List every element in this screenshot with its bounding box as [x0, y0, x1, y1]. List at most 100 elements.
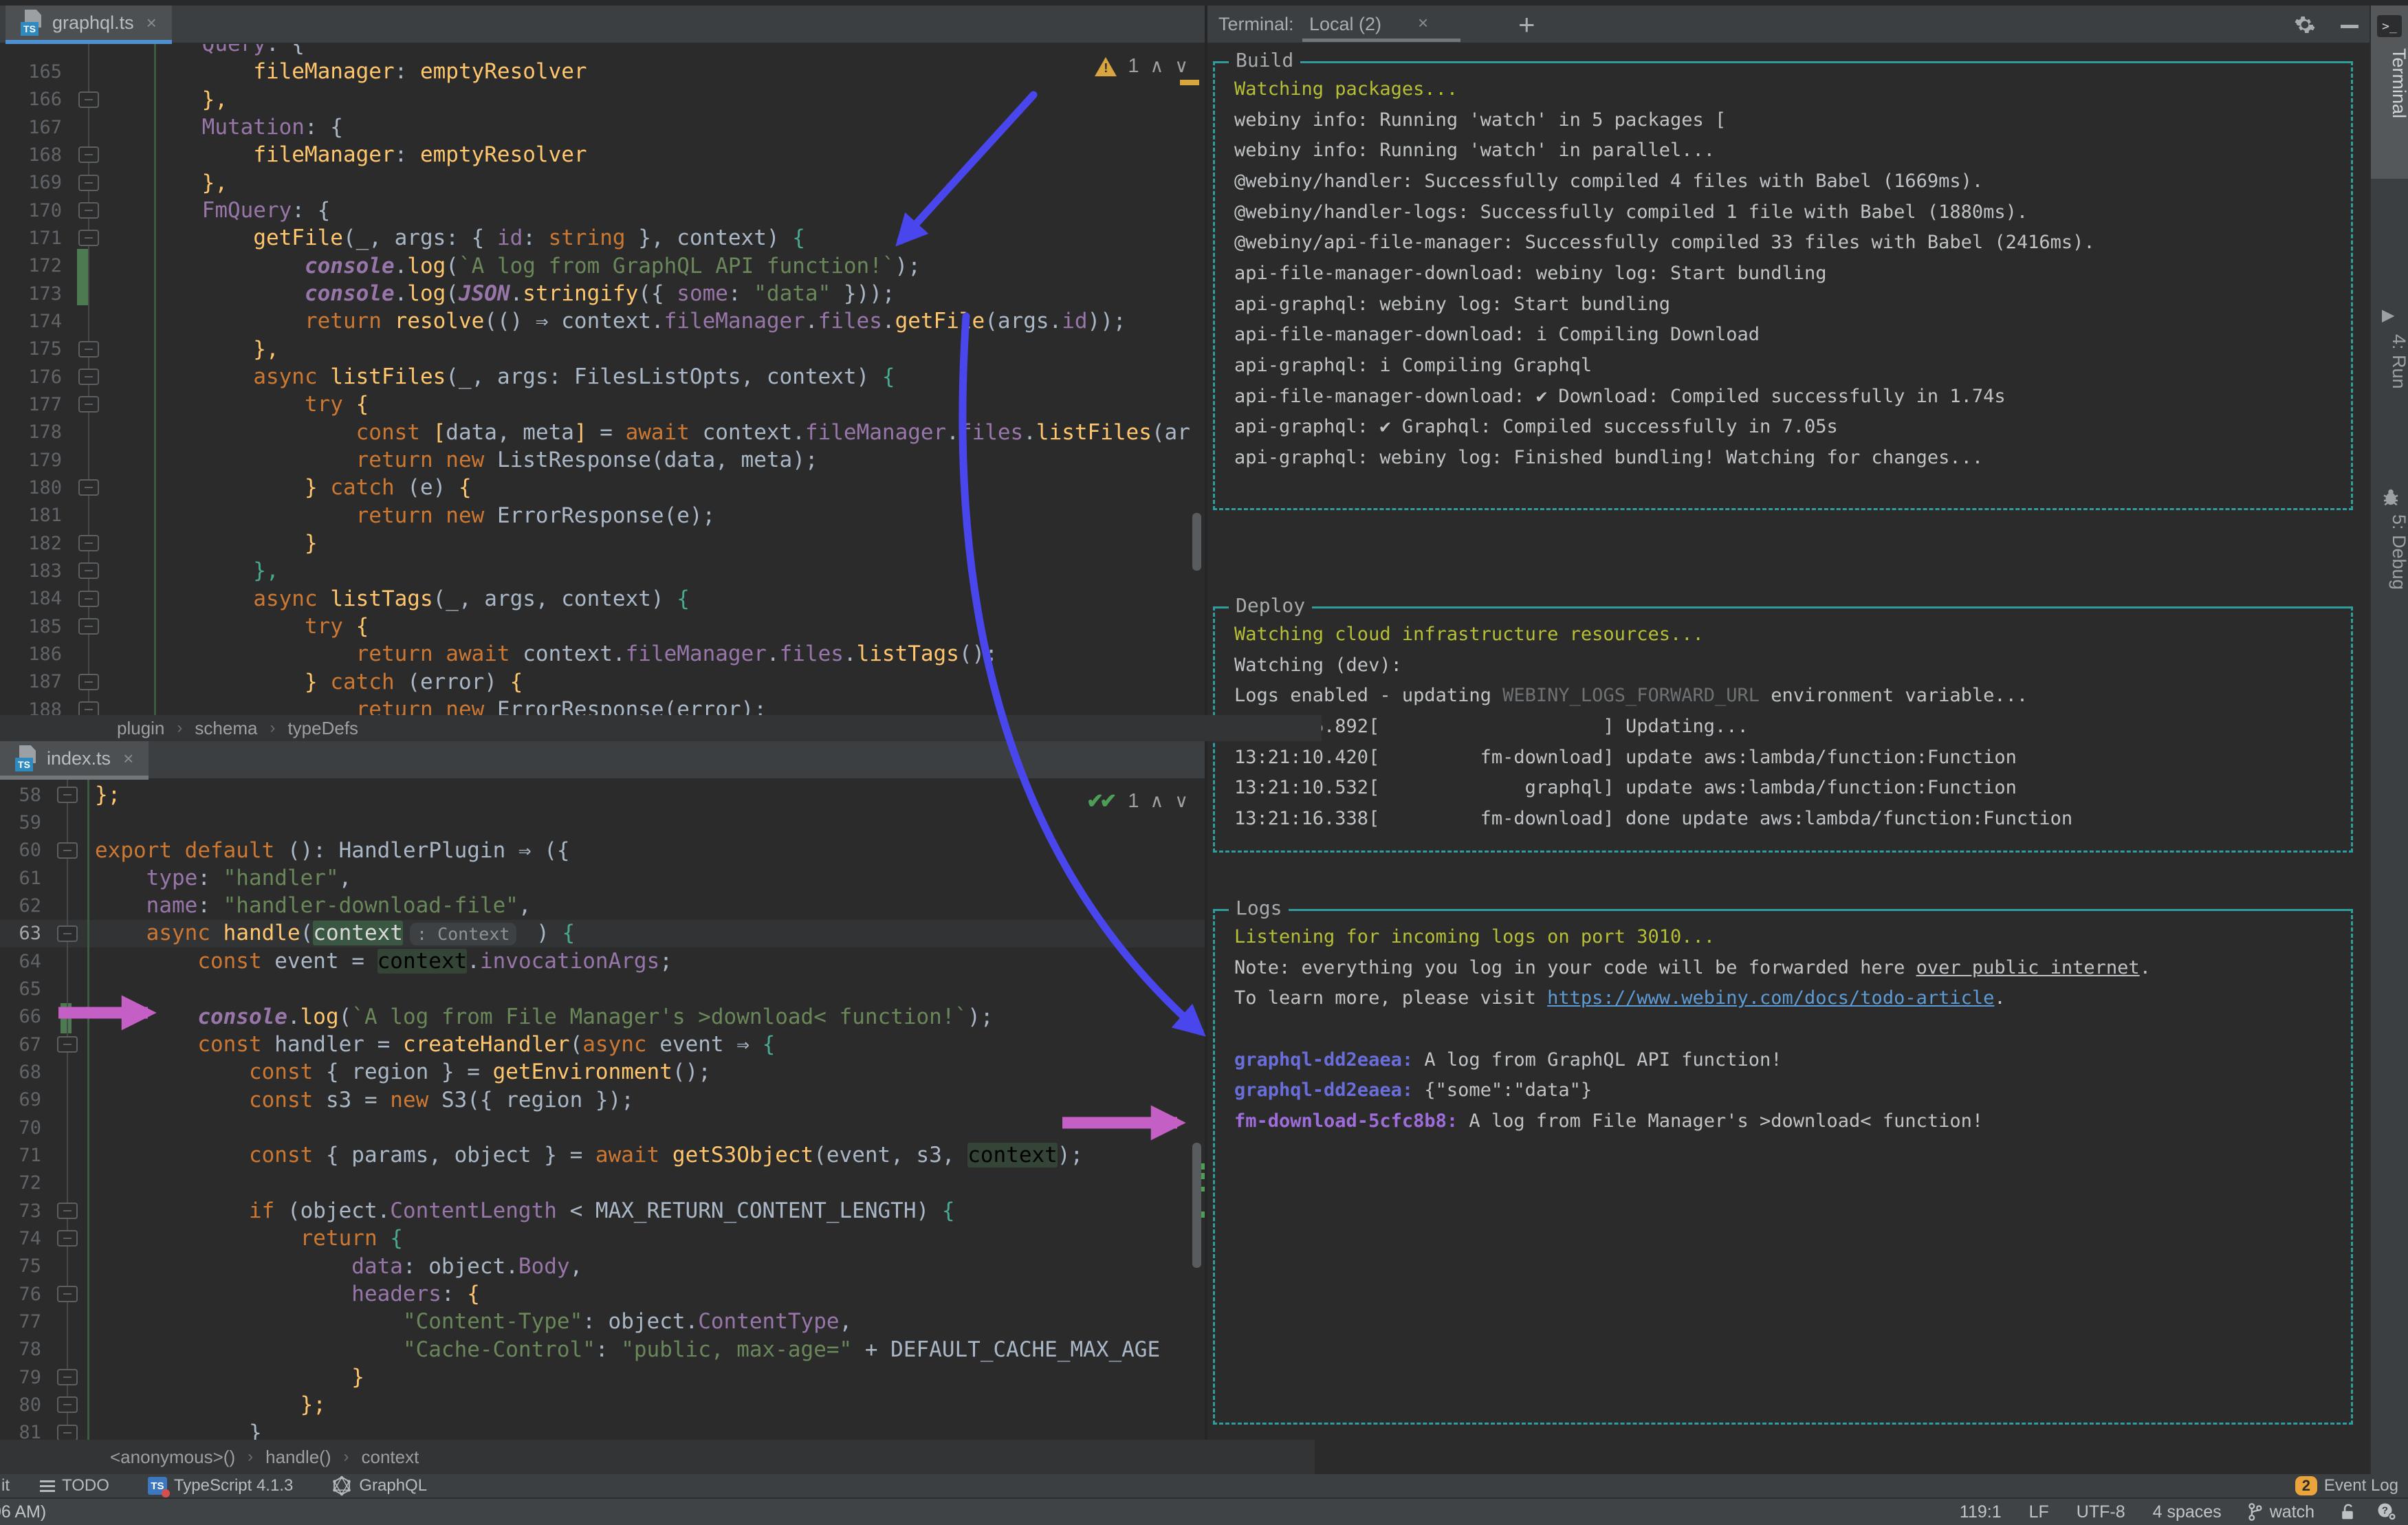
- code-text: console.log(`A log from GraphQL API func…: [304, 253, 921, 278]
- tab-label: graphql.ts: [52, 12, 134, 33]
- tool-window-run[interactable]: 4: Run: [2371, 334, 2408, 389]
- hide-panel-icon[interactable]: [2341, 25, 2358, 28]
- fold-marker[interactable]: [78, 701, 99, 715]
- breadcrumb-item[interactable]: typeDefs: [287, 718, 358, 739]
- tool-window-terminal-active[interactable]: >_ Terminal: [2371, 6, 2408, 179]
- fold-marker[interactable]: [78, 202, 99, 219]
- terminal-tab-local[interactable]: Local (2): [1309, 14, 1381, 35]
- lock-widget[interactable]: [2339, 1503, 2356, 1521]
- line-number: 165: [28, 61, 62, 83]
- fold-marker[interactable]: [57, 842, 78, 859]
- event-count-badge: 2: [2295, 1476, 2317, 1495]
- typescript-widget[interactable]: TS TypeScript 4.1.3: [147, 1476, 293, 1497]
- fold-marker[interactable]: [57, 1230, 78, 1247]
- fold-marker[interactable]: [57, 1369, 78, 1386]
- fold-marker[interactable]: [78, 146, 99, 164]
- code-text: fileManager: emptyResolver: [253, 142, 587, 168]
- code-line: 187 } catch (error) {: [0, 668, 1205, 696]
- git-watch-widget[interactable]: watch: [2246, 1502, 2314, 1522]
- editor1-tabbar: TS graphql.ts ×: [0, 6, 1205, 44]
- code-line: 67 const handler = createHandler(async e…: [0, 1031, 1205, 1058]
- git-branch-widget[interactable]: it: [1, 1476, 10, 1495]
- terminal-line: Listening for incoming logs on port 3010…: [1234, 926, 1715, 947]
- settings-help-widget[interactable]: ?: [2376, 1502, 2397, 1522]
- fold-marker[interactable]: [78, 396, 99, 413]
- editor-graphql-ts[interactable]: Query: {165 fileManager: emptyResolver 16…: [0, 44, 1205, 715]
- indent-setting[interactable]: 4 spaces: [2153, 1502, 2222, 1522]
- fold-marker[interactable]: [57, 1286, 78, 1303]
- code-text: const [data, meta] = await context.fileM…: [355, 419, 1190, 445]
- close-icon[interactable]: ×: [123, 748, 133, 769]
- fold-marker[interactable]: [78, 562, 99, 580]
- todo-widget[interactable]: TODO: [40, 1476, 109, 1495]
- terminal-line: 13:21:10.532[ graphql] update aws:lambda…: [1234, 777, 2017, 799]
- fold-marker[interactable]: [57, 1203, 78, 1220]
- secondary-status-bar: 06 AM) 119:1 LF UTF-8 4 spaces watch ?: [0, 1497, 2408, 1525]
- line-separator[interactable]: LF: [2029, 1502, 2049, 1522]
- tab-index-ts[interactable]: TS index.ts ×: [0, 741, 149, 780]
- deploy-section-title: Deploy: [1229, 594, 1313, 617]
- code-line: 167 Mutation: {: [0, 113, 1205, 141]
- breadcrumb-item[interactable]: schema: [195, 718, 257, 739]
- tool-window-debug[interactable]: 5: Debug: [2371, 514, 2408, 590]
- code-line: 74 return {: [0, 1225, 1205, 1252]
- code-text: console.log(`A log from File Manager's >…: [197, 1004, 994, 1029]
- close-icon[interactable]: ×: [146, 12, 157, 34]
- fold-marker[interactable]: [78, 673, 99, 690]
- fold-marker[interactable]: [57, 925, 78, 942]
- fold-marker[interactable]: [57, 1424, 78, 1440]
- code-text: name: "handler-download-file",: [146, 893, 532, 919]
- code-text: },: [151, 336, 279, 362]
- terminal-line: api-graphql: webiny log: Finished bundli…: [1234, 446, 1984, 468]
- caret-position[interactable]: 119:1: [1960, 1502, 2002, 1522]
- code-line: 75 data: object.Body,: [0, 1253, 1205, 1280]
- ok-check-icon: ✔: [1099, 790, 1117, 813]
- fold-marker[interactable]: [78, 479, 99, 496]
- inspections-widget[interactable]: ✔ ✔ 1 ∧ ∨: [1086, 789, 1188, 813]
- code-text: } catch (error) {: [304, 669, 523, 694]
- file-encoding[interactable]: UTF-8: [2077, 1502, 2125, 1522]
- breadcrumb-item[interactable]: plugin: [117, 718, 164, 739]
- code-text: },: [151, 170, 228, 195]
- line-number: 65: [19, 978, 41, 1000]
- fold-marker[interactable]: [78, 590, 99, 607]
- inspections-widget[interactable]: ! 1 ∧ ∨: [1095, 55, 1188, 78]
- editor1-scrollbar[interactable]: [1192, 513, 1201, 571]
- code-text: }: [95, 1364, 364, 1390]
- code-text: data: object.Body,: [351, 1253, 583, 1279]
- fold-marker[interactable]: [57, 787, 78, 804]
- fold-marker[interactable]: [78, 174, 99, 191]
- breadcrumb-item[interactable]: <anonymous>(): [110, 1447, 235, 1468]
- code-text: }: [95, 1420, 262, 1440]
- next-problem-icon[interactable]: ∨: [1174, 791, 1188, 812]
- fold-marker[interactable]: [57, 1396, 78, 1414]
- event-log-widget[interactable]: 2 Event Log: [2295, 1476, 2398, 1495]
- code-text: Mutation: {: [201, 114, 343, 140]
- vcs-change-block: [61, 1003, 72, 1033]
- close-icon[interactable]: ×: [1418, 12, 1428, 34]
- graphql-widget[interactable]: GraphQL: [331, 1475, 427, 1496]
- fold-marker[interactable]: [78, 91, 99, 108]
- new-terminal-tab-button[interactable]: +: [1518, 8, 1535, 41]
- prev-problem-icon[interactable]: ∧: [1150, 56, 1163, 77]
- scrollbar-warning-mark[interactable]: [1180, 80, 1199, 85]
- fold-marker[interactable]: [78, 618, 99, 635]
- line-number: 166: [28, 89, 62, 111]
- breadcrumb-item[interactable]: context: [362, 1447, 419, 1468]
- gear-icon[interactable]: [2294, 14, 2316, 36]
- tab-graphql-ts[interactable]: TS graphql.ts ×: [6, 6, 172, 44]
- terminal-line: api-file-manager-download: ✔ Download: C…: [1234, 385, 2006, 407]
- next-problem-icon[interactable]: ∨: [1174, 56, 1188, 77]
- breadcrumb-item[interactable]: handle(): [265, 1447, 331, 1468]
- editor2-scrollbar[interactable]: [1192, 1143, 1201, 1268]
- fold-marker[interactable]: [78, 369, 99, 386]
- fold-marker[interactable]: [78, 535, 99, 552]
- fold-marker[interactable]: [78, 340, 99, 358]
- code-line: 61 type: "handler",: [0, 864, 1205, 892]
- bug-icon: [2383, 489, 2398, 506]
- editor-index-ts[interactable]: 58}; 59 60 export default (): HandlerPlugin…: [0, 780, 1205, 1440]
- prev-problem-icon[interactable]: ∧: [1150, 791, 1163, 812]
- fold-marker[interactable]: [78, 230, 99, 247]
- fold-marker[interactable]: [57, 1036, 78, 1053]
